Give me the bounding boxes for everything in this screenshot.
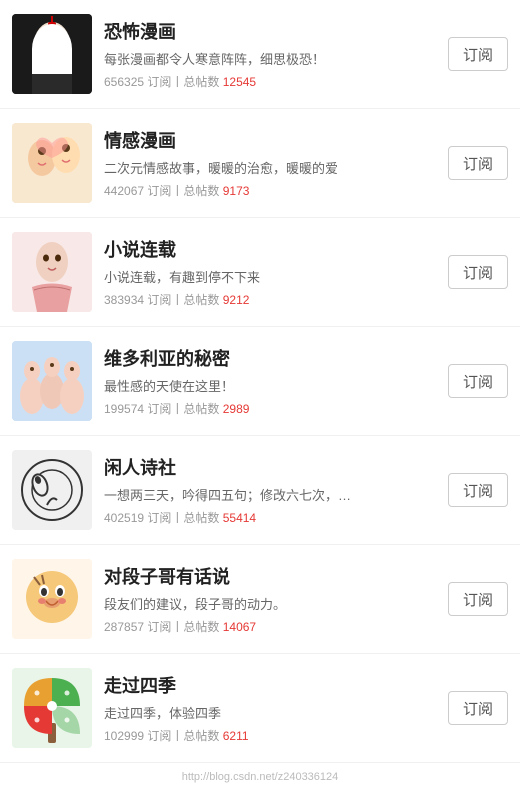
subscribe-button-1[interactable]: 订阅 xyxy=(448,37,508,71)
item-desc-4: 最性感的天使在这里！ xyxy=(104,376,438,395)
item-info-4: 维多利亚的秘密 最性感的天使在这里！ 199574 订阅丨总帖数 2989 xyxy=(104,345,438,417)
subscribe-button-2[interactable]: 订阅 xyxy=(448,146,508,180)
subscribe-button-7[interactable]: 订阅 xyxy=(448,691,508,725)
item-desc-6: 段友们的建议，段子哥的动力。 xyxy=(104,594,438,613)
watermark: http://blog.csdn.net/z240336124 xyxy=(0,763,520,791)
item-info-6: 对段子哥有话说 段友们的建议，段子哥的动力。 287857 订阅丨总帖数 140… xyxy=(104,563,438,635)
item-title-7: 走过四季 xyxy=(104,672,438,698)
item-title-2: 情感漫画 xyxy=(104,127,438,153)
subscribe-button-4[interactable]: 订阅 xyxy=(448,364,508,398)
list-item-2: 情感漫画 二次元情感故事，暖暖的治愈，暖暖的爱 442067 订阅丨总帖数 91… xyxy=(0,109,520,218)
avatar-2 xyxy=(12,123,92,203)
subscribe-button-3[interactable]: 订阅 xyxy=(448,255,508,289)
avatar-3 xyxy=(12,232,92,312)
item-title-4: 维多利亚的秘密 xyxy=(104,345,438,371)
item-desc-2: 二次元情感故事，暖暖的治愈，暖暖的爱 xyxy=(104,158,438,177)
avatar-1 xyxy=(12,14,92,94)
avatar-7 xyxy=(12,668,92,748)
list-item-3: 小说连载 小说连载，有趣到停不下来 383934 订阅丨总帖数 9212 订阅 xyxy=(0,218,520,327)
item-info-1: 恐怖漫画 每张漫画都令人寒意阵阵，细思极恐！ 656325 订阅丨总帖数 125… xyxy=(104,18,438,90)
item-stats-2: 442067 订阅丨总帖数 9173 xyxy=(104,182,438,199)
item-stats-6: 287857 订阅丨总帖数 14067 xyxy=(104,618,438,635)
subscribe-button-6[interactable]: 订阅 xyxy=(448,582,508,616)
item-info-7: 走过四季 走过四季，体验四季 102999 订阅丨总帖数 6211 xyxy=(104,672,438,744)
item-title-1: 恐怖漫画 xyxy=(104,18,438,44)
avatar-5 xyxy=(12,450,92,530)
item-stats-3: 383934 订阅丨总帖数 9212 xyxy=(104,291,438,308)
item-desc-7: 走过四季，体验四季 xyxy=(104,703,438,722)
item-title-3: 小说连载 xyxy=(104,236,438,262)
item-title-5: 闲人诗社 xyxy=(104,454,438,480)
list-item-1: 恐怖漫画 每张漫画都令人寒意阵阵，细思极恐！ 656325 订阅丨总帖数 125… xyxy=(0,0,520,109)
list-item-6: 对段子哥有话说 段友们的建议，段子哥的动力。 287857 订阅丨总帖数 140… xyxy=(0,545,520,654)
list-item-5: 闲人诗社 一想两三天，吟得四五句；修改六七次，… 402519 订阅丨总帖数 5… xyxy=(0,436,520,545)
item-stats-1: 656325 订阅丨总帖数 12545 xyxy=(104,73,438,90)
avatar-6 xyxy=(12,559,92,639)
list-item-7: 走过四季 走过四季，体验四季 102999 订阅丨总帖数 6211 订阅 xyxy=(0,654,520,763)
item-stats-5: 402519 订阅丨总帖数 55414 xyxy=(104,509,438,526)
item-desc-3: 小说连载，有趣到停不下来 xyxy=(104,267,438,286)
list-item-4: 维多利亚的秘密 最性感的天使在这里！ 199574 订阅丨总帖数 2989 订阅 xyxy=(0,327,520,436)
item-desc-5: 一想两三天，吟得四五句；修改六七次，… xyxy=(104,485,438,504)
item-stats-4: 199574 订阅丨总帖数 2989 xyxy=(104,400,438,417)
item-info-2: 情感漫画 二次元情感故事，暖暖的治愈，暖暖的爱 442067 订阅丨总帖数 91… xyxy=(104,127,438,199)
item-desc-1: 每张漫画都令人寒意阵阵，细思极恐！ xyxy=(104,49,438,68)
item-title-6: 对段子哥有话说 xyxy=(104,563,438,589)
item-stats-7: 102999 订阅丨总帖数 6211 xyxy=(104,727,438,744)
item-info-3: 小说连载 小说连载，有趣到停不下来 383934 订阅丨总帖数 9212 xyxy=(104,236,438,308)
item-info-5: 闲人诗社 一想两三天，吟得四五句；修改六七次，… 402519 订阅丨总帖数 5… xyxy=(104,454,438,526)
avatar-4 xyxy=(12,341,92,421)
subscribe-button-5[interactable]: 订阅 xyxy=(448,473,508,507)
